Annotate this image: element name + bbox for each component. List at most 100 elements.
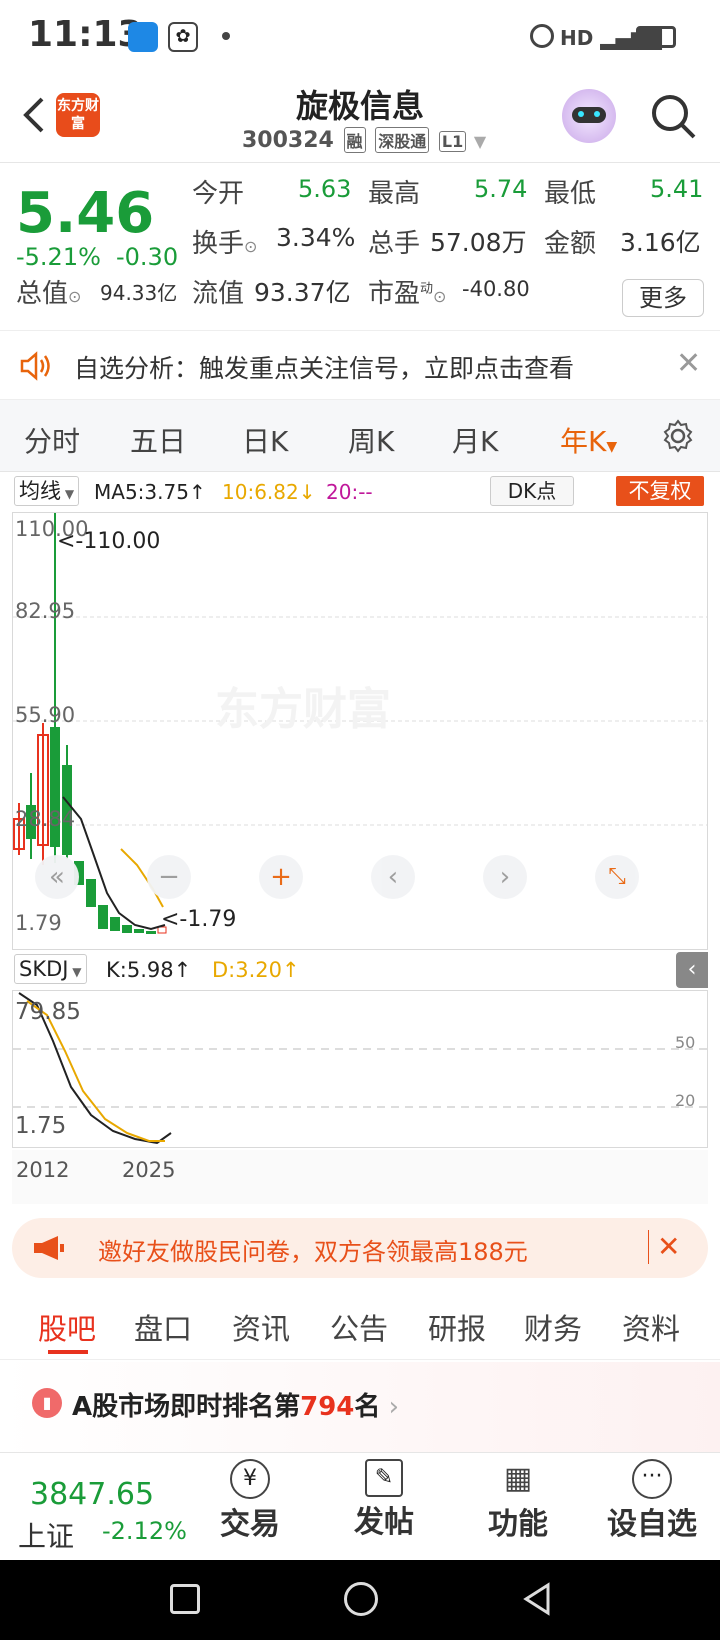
y-tick-4: 28.84 <box>15 807 76 831</box>
candle <box>134 929 144 933</box>
candle <box>98 905 108 929</box>
stock-code-row: 300324 融 深股通 L1 ▼ <box>242 127 486 153</box>
trade-button[interactable]: ¥ 交易 <box>200 1459 300 1543</box>
collapse-icon[interactable]: ‹ <box>676 952 708 988</box>
x-label-end: 2025 <box>122 1158 176 1182</box>
tab-guba[interactable]: 股吧 <box>38 1306 96 1348</box>
mktcap-label: 总值⊙ <box>16 279 82 309</box>
kline-chart[interactable]: 110.00 <-110.00 82.95 55.90 28.84 1.79 <… <box>12 512 708 950</box>
next-icon[interactable]: › <box>483 855 527 899</box>
stock-code: 300324 <box>242 128 334 153</box>
tab-pankou[interactable]: 盘口 <box>134 1306 192 1348</box>
tab-monthly-k[interactable]: 月K <box>452 420 498 460</box>
level-50-label: 50 <box>675 1033 696 1052</box>
zoom-in-icon[interactable]: + <box>259 855 303 899</box>
skdj-bottom-tick: 1.75 <box>15 1113 67 1139</box>
volume-label: 总手 <box>368 229 421 259</box>
open-label: 今开 <box>192 179 245 209</box>
add-watchlist-button[interactable]: ··· 设自选 <box>602 1459 702 1543</box>
level-20-label: 20 <box>675 1091 696 1110</box>
candle <box>146 931 156 934</box>
robot-avatar-icon[interactable] <box>562 89 616 143</box>
more-button[interactable]: 更多 <box>622 279 704 317</box>
max-price-label: <-110.00 <box>57 529 161 554</box>
skdj-select[interactable]: SKDJ ▼ <box>14 954 87 984</box>
recent-apps-icon[interactable] <box>170 1584 200 1614</box>
skdj-k-value: K:5.98↑ <box>106 958 192 982</box>
pe-value: -40.80 <box>462 277 530 301</box>
ma5-value: MA5:3.75↑ <box>94 480 206 504</box>
index-name: 上证 <box>18 1520 75 1553</box>
index-change: -2.12% <box>102 1517 187 1545</box>
analysis-notice[interactable]: 自选分析：触发重点关注信号，立即点击查看 ✕ <box>0 330 720 400</box>
amount-value: 3.16亿 <box>620 228 701 257</box>
high-value: 5.74 <box>474 175 528 203</box>
search-icon[interactable] <box>650 93 698 141</box>
invite-close-icon[interactable]: ✕ <box>648 1230 680 1264</box>
turnover-value: 3.34% <box>276 223 356 252</box>
tab-intraday[interactable]: 分时 <box>24 420 80 460</box>
watermark: 东方财富 <box>215 684 391 735</box>
back-nav-icon[interactable] <box>520 1582 554 1616</box>
index-quote[interactable]: 3847.65 上证 -2.12% <box>18 1457 198 1557</box>
home-icon[interactable] <box>344 1582 378 1616</box>
candle <box>86 879 96 907</box>
rewind-icon[interactable]: « <box>35 855 79 899</box>
skdj-chart[interactable]: 79.85 1.75 50 20 <box>12 990 708 1148</box>
float-label: 流值 <box>192 279 245 309</box>
tab-five-day[interactable]: 五日 <box>130 420 186 460</box>
dk-point-select[interactable]: DK点 <box>490 476 574 506</box>
volume-value: 57.08万 <box>430 228 527 257</box>
rank-text: A股市场即时排名第794名 › <box>72 1392 400 1422</box>
dropdown-icon[interactable]: ▼ <box>474 132 486 151</box>
pe-label: 市盈动⊙ <box>368 279 447 309</box>
nav-bar: 东方财富 旋极信息 300324 融 深股通 L1 ▼ <box>0 75 720 163</box>
app-notification-icon <box>128 22 158 52</box>
tab-weekly-k[interactable]: 周K <box>348 420 394 460</box>
status-bar: 11:13 ✿ HD ▂▄▆█ <box>0 0 720 75</box>
post-button[interactable]: ✎ 发帖 <box>334 1459 434 1541</box>
candle <box>110 917 120 931</box>
change-pct: -5.21% <box>16 243 101 271</box>
more-dots-icon: ··· <box>632 1459 672 1499</box>
turnover-label: 换手⊙ <box>192 229 258 259</box>
invite-banner[interactable]: 邀好友做股民问卷，双方各领最高188元 ✕ <box>12 1218 708 1278</box>
tag-connect: 深股通 <box>375 127 430 153</box>
active-tab-indicator <box>48 1350 88 1354</box>
y-tick-min: 1.79 <box>15 911 62 935</box>
adjust-button[interactable]: 不复权 <box>616 476 704 506</box>
tab-announcement[interactable]: 公告 <box>330 1306 388 1348</box>
tag-margin: 融 <box>343 127 366 153</box>
close-icon[interactable]: ✕ <box>676 349 701 379</box>
fullscreen-icon[interactable]: ⤡ <box>595 855 639 899</box>
rank-row[interactable]: ▮ A股市场即时排名第794名 › <box>0 1362 720 1452</box>
float-value: 93.37亿 <box>254 278 351 307</box>
change-value: -0.30 <box>116 243 179 271</box>
ma-select[interactable]: 均线 ▼ <box>14 476 80 506</box>
battery-icon <box>636 26 676 48</box>
tab-finance[interactable]: 财务 <box>524 1306 582 1348</box>
ma10-value: 10:6.82↓ <box>222 480 316 504</box>
tab-profile[interactable]: 资料 <box>622 1306 680 1348</box>
grid-icon: ▦ <box>503 1461 533 1496</box>
tab-news[interactable]: 资讯 <box>232 1306 290 1348</box>
tab-research[interactable]: 研报 <box>428 1306 486 1348</box>
tab-daily-k[interactable]: 日K <box>242 420 288 460</box>
content-tabs: 股吧 盘口 资讯 公告 研报 财务 资料 <box>0 1290 720 1360</box>
trade-icon: ¥ <box>230 1459 270 1499</box>
mktcap-value: 94.33亿 <box>100 281 178 305</box>
edit-icon: ✎ <box>365 1459 403 1497</box>
baidu-paw-icon: ✿ <box>168 22 198 52</box>
settings-gear-icon[interactable] <box>660 418 696 454</box>
tab-yearly-k[interactable]: 年K▼ <box>560 420 617 460</box>
ma-indicator-row: 均线 ▼ MA5:3.75↑ 10:6.82↓ 20:-- DK点 不复权 <box>0 474 720 510</box>
quote-panel: 5.46 -5.21% -0.30 今开 5.63 最高 5.74 最低 5.4… <box>0 163 720 323</box>
prev-icon[interactable]: ‹ <box>371 855 415 899</box>
min-price-label: <-1.79 <box>161 907 237 932</box>
speaker-icon <box>18 349 52 383</box>
function-button[interactable]: ▦ 功能 <box>468 1459 568 1543</box>
x-label-start: 2012 <box>16 1158 70 1182</box>
clock: 11:13 <box>28 14 143 55</box>
zoom-out-icon[interactable]: − <box>147 855 191 899</box>
low-value: 5.41 <box>650 175 704 203</box>
